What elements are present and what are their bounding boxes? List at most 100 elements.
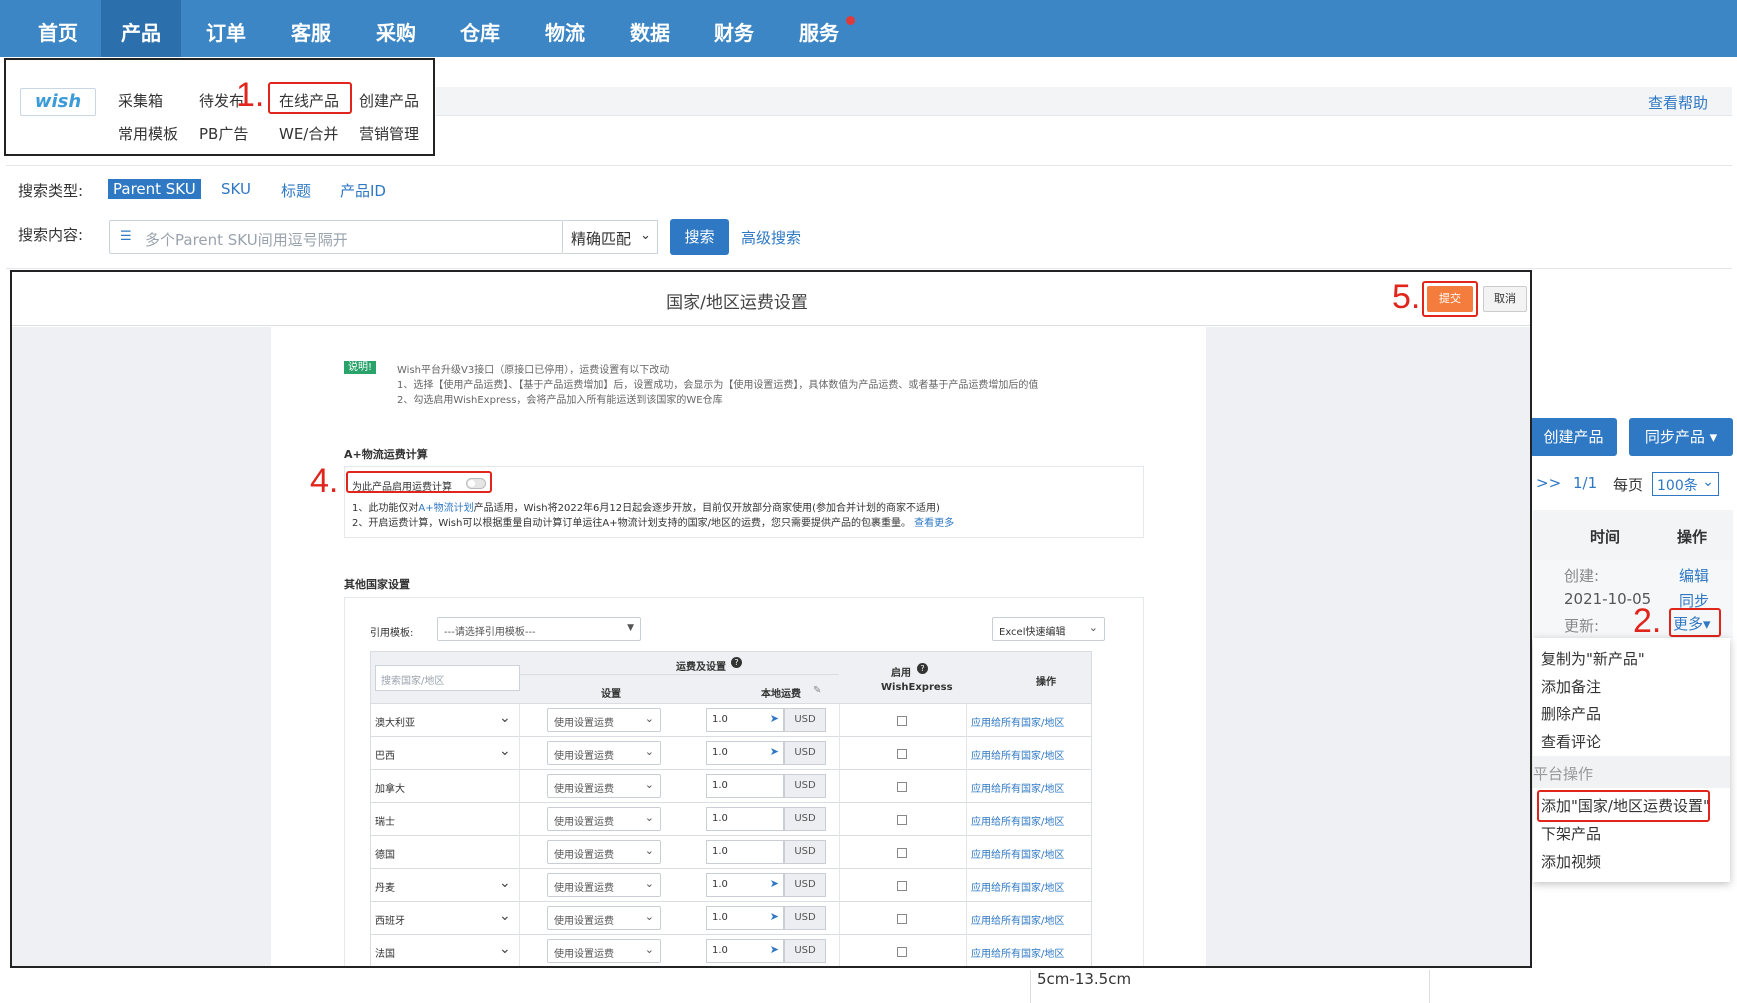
column-divider [966, 836, 967, 869]
aplus-plan-link[interactable]: A+物流计划 [418, 503, 473, 514]
edit-link[interactable]: 编辑 [1679, 565, 1709, 586]
country-search-input[interactable]: 搜索国家/地区 [375, 665, 520, 691]
nav-home[interactable]: 首页 [22, 0, 94, 57]
per-page-select[interactable]: 100条 ⌄ [1652, 472, 1719, 496]
nav-logistics[interactable]: 物流 [529, 0, 601, 57]
menu-delete-product[interactable]: 删除产品 [1541, 703, 1601, 724]
submenu-collect-box[interactable]: 采集箱 [118, 90, 163, 111]
shipping-setting-select[interactable]: 使用设置运费 ⌄ [547, 840, 661, 864]
cancel-button[interactable]: 取消 [1483, 286, 1527, 312]
apply-all-link[interactable]: 应用给所有国家/地区 [971, 813, 1064, 828]
submenu-marketing[interactable]: 营销管理 [359, 123, 419, 144]
apply-all-link[interactable]: 应用给所有国家/地区 [971, 945, 1064, 960]
match-select[interactable]: 精确匹配 ⌄ [563, 220, 658, 254]
apply-all-link[interactable]: 应用给所有国家/地区 [971, 879, 1064, 894]
chevron-down-icon[interactable]: ⌄ [499, 710, 511, 726]
country-name: 德国 [375, 850, 395, 861]
nav-orders[interactable]: 订单 [190, 0, 262, 57]
edit-icon[interactable]: ✎ [813, 685, 821, 696]
shipping-setting-select[interactable]: 使用设置运费 ⌄ [547, 741, 661, 765]
local-shipping-input[interactable]: 1.0 ➤ [706, 708, 784, 732]
shipping-setting-select[interactable]: 使用设置运费 ⌄ [547, 906, 661, 930]
modal-right-gutter [1206, 327, 1530, 966]
menu-add-note[interactable]: 添加备注 [1541, 676, 1601, 697]
apply-all-link[interactable]: 应用给所有国家/地区 [971, 747, 1064, 762]
wish-logo[interactable]: wish [20, 88, 96, 116]
search-type-sku[interactable]: SKU [221, 180, 251, 198]
chevron-down-icon[interactable]: ⌄ [499, 908, 511, 924]
menu-delist-product[interactable]: 下架产品 [1541, 823, 1601, 844]
annotation-5: 5. [1392, 278, 1421, 316]
annotation-1: 1. [236, 76, 265, 114]
help-link[interactable]: 查看帮助 [1648, 92, 1708, 113]
apply-all-link[interactable]: 应用给所有国家/地区 [971, 912, 1064, 927]
nav-products[interactable]: 产品 [101, 0, 181, 57]
wishexpress-checkbox[interactable] [897, 881, 907, 891]
nav-data[interactable]: 数据 [614, 0, 686, 57]
send-icon[interactable]: ➤ [770, 877, 779, 890]
wishexpress-checkbox[interactable] [897, 716, 907, 726]
search-input[interactable]: ☰ 多个Parent SKU间用逗号隔开 [109, 220, 563, 254]
send-icon[interactable]: ➤ [770, 745, 779, 758]
search-placeholder: 多个Parent SKU间用逗号隔开 [145, 231, 348, 249]
help-icon[interactable]: ? [917, 663, 928, 674]
menu-view-reviews[interactable]: 查看评论 [1541, 731, 1601, 752]
shipping-setting-select[interactable]: 使用设置运费 ⌄ [547, 708, 661, 732]
nav-finance[interactable]: 财务 [698, 0, 770, 57]
local-shipping-input[interactable]: 1.0 [706, 840, 784, 864]
help-icon[interactable]: ? [731, 657, 742, 668]
send-icon[interactable]: ➤ [770, 910, 779, 923]
column-divider [519, 704, 520, 737]
excel-edit-button[interactable]: Excel快速编辑 ⌄ [992, 617, 1105, 641]
nav-service[interactable]: 客服 [275, 0, 347, 57]
sync-product-button[interactable]: 同步产品 ▾ [1629, 418, 1733, 456]
shipping-setting-select[interactable]: 使用设置运费 ⌄ [547, 873, 661, 897]
search-button[interactable]: 搜索 [670, 219, 729, 255]
submenu-templates[interactable]: 常用模板 [118, 123, 178, 144]
chevron-down-icon[interactable]: ⌄ [499, 875, 511, 891]
advanced-search-link[interactable]: 高级搜索 [741, 227, 801, 248]
local-shipping-input[interactable]: 1.0 ➤ [706, 906, 784, 930]
nav-purchase[interactable]: 采购 [360, 0, 432, 57]
submenu-create-product[interactable]: 创建产品 [359, 90, 419, 111]
local-shipping-input[interactable]: 1.0 [706, 774, 784, 798]
nav-services[interactable]: 服务 [783, 0, 855, 57]
match-select-value: 精确匹配 [571, 230, 632, 248]
apply-all-link[interactable]: 应用给所有国家/地区 [971, 780, 1064, 795]
wishexpress-checkbox[interactable] [897, 848, 907, 858]
wishexpress-checkbox[interactable] [897, 914, 907, 924]
send-icon[interactable]: ➤ [770, 943, 779, 956]
column-divider [966, 869, 967, 902]
search-type-title[interactable]: 标题 [281, 180, 311, 201]
wishexpress-checkbox[interactable] [897, 782, 907, 792]
submenu-pb-ads[interactable]: PB广告 [199, 123, 248, 144]
wishexpress-checkbox[interactable] [897, 749, 907, 759]
local-shipping-input[interactable]: 1.0 ➤ [706, 741, 784, 765]
search-type-parent-sku[interactable]: Parent SKU [108, 179, 201, 199]
nav-warehouse[interactable]: 仓库 [444, 0, 516, 57]
menu-add-video[interactable]: 添加视频 [1541, 851, 1601, 872]
apply-all-link[interactable]: 应用给所有国家/地区 [971, 846, 1064, 861]
local-shipping-input[interactable]: 1.0 ➤ [706, 873, 784, 897]
highlight-add-shipping [1537, 790, 1710, 822]
shipping-setting-select[interactable]: 使用设置运费 ⌄ [547, 774, 661, 798]
local-shipping-input[interactable]: 1.0 ➤ [706, 939, 784, 963]
send-icon[interactable]: ➤ [770, 712, 779, 725]
col-local-shipping: 本地运费 [761, 689, 801, 700]
local-shipping-input[interactable]: 1.0 [706, 807, 784, 831]
apply-all-link[interactable]: 应用给所有国家/地区 [971, 714, 1064, 729]
create-product-button[interactable]: 创建产品 [1530, 418, 1617, 456]
menu-copy-new-product[interactable]: 复制为"新产品" [1541, 648, 1645, 669]
chevron-down-icon[interactable]: ⌄ [499, 743, 511, 759]
search-type-product-id[interactable]: 产品ID [340, 180, 386, 201]
aplus-more-link[interactable]: 查看更多 [914, 518, 954, 529]
pager-next[interactable]: >> [1536, 474, 1561, 492]
chevron-down-icon: ⌄ [644, 910, 654, 923]
submenu-we-merge[interactable]: WE/合并 [279, 123, 338, 144]
template-select[interactable]: ---请选择引用模板--- ▼ [437, 617, 641, 641]
wishexpress-checkbox[interactable] [897, 947, 907, 957]
chevron-down-icon[interactable]: ⌄ [499, 941, 511, 957]
shipping-setting-select[interactable]: 使用设置运费 ⌄ [547, 807, 661, 831]
shipping-setting-select[interactable]: 使用设置运费 ⌄ [547, 939, 661, 963]
wishexpress-checkbox[interactable] [897, 815, 907, 825]
